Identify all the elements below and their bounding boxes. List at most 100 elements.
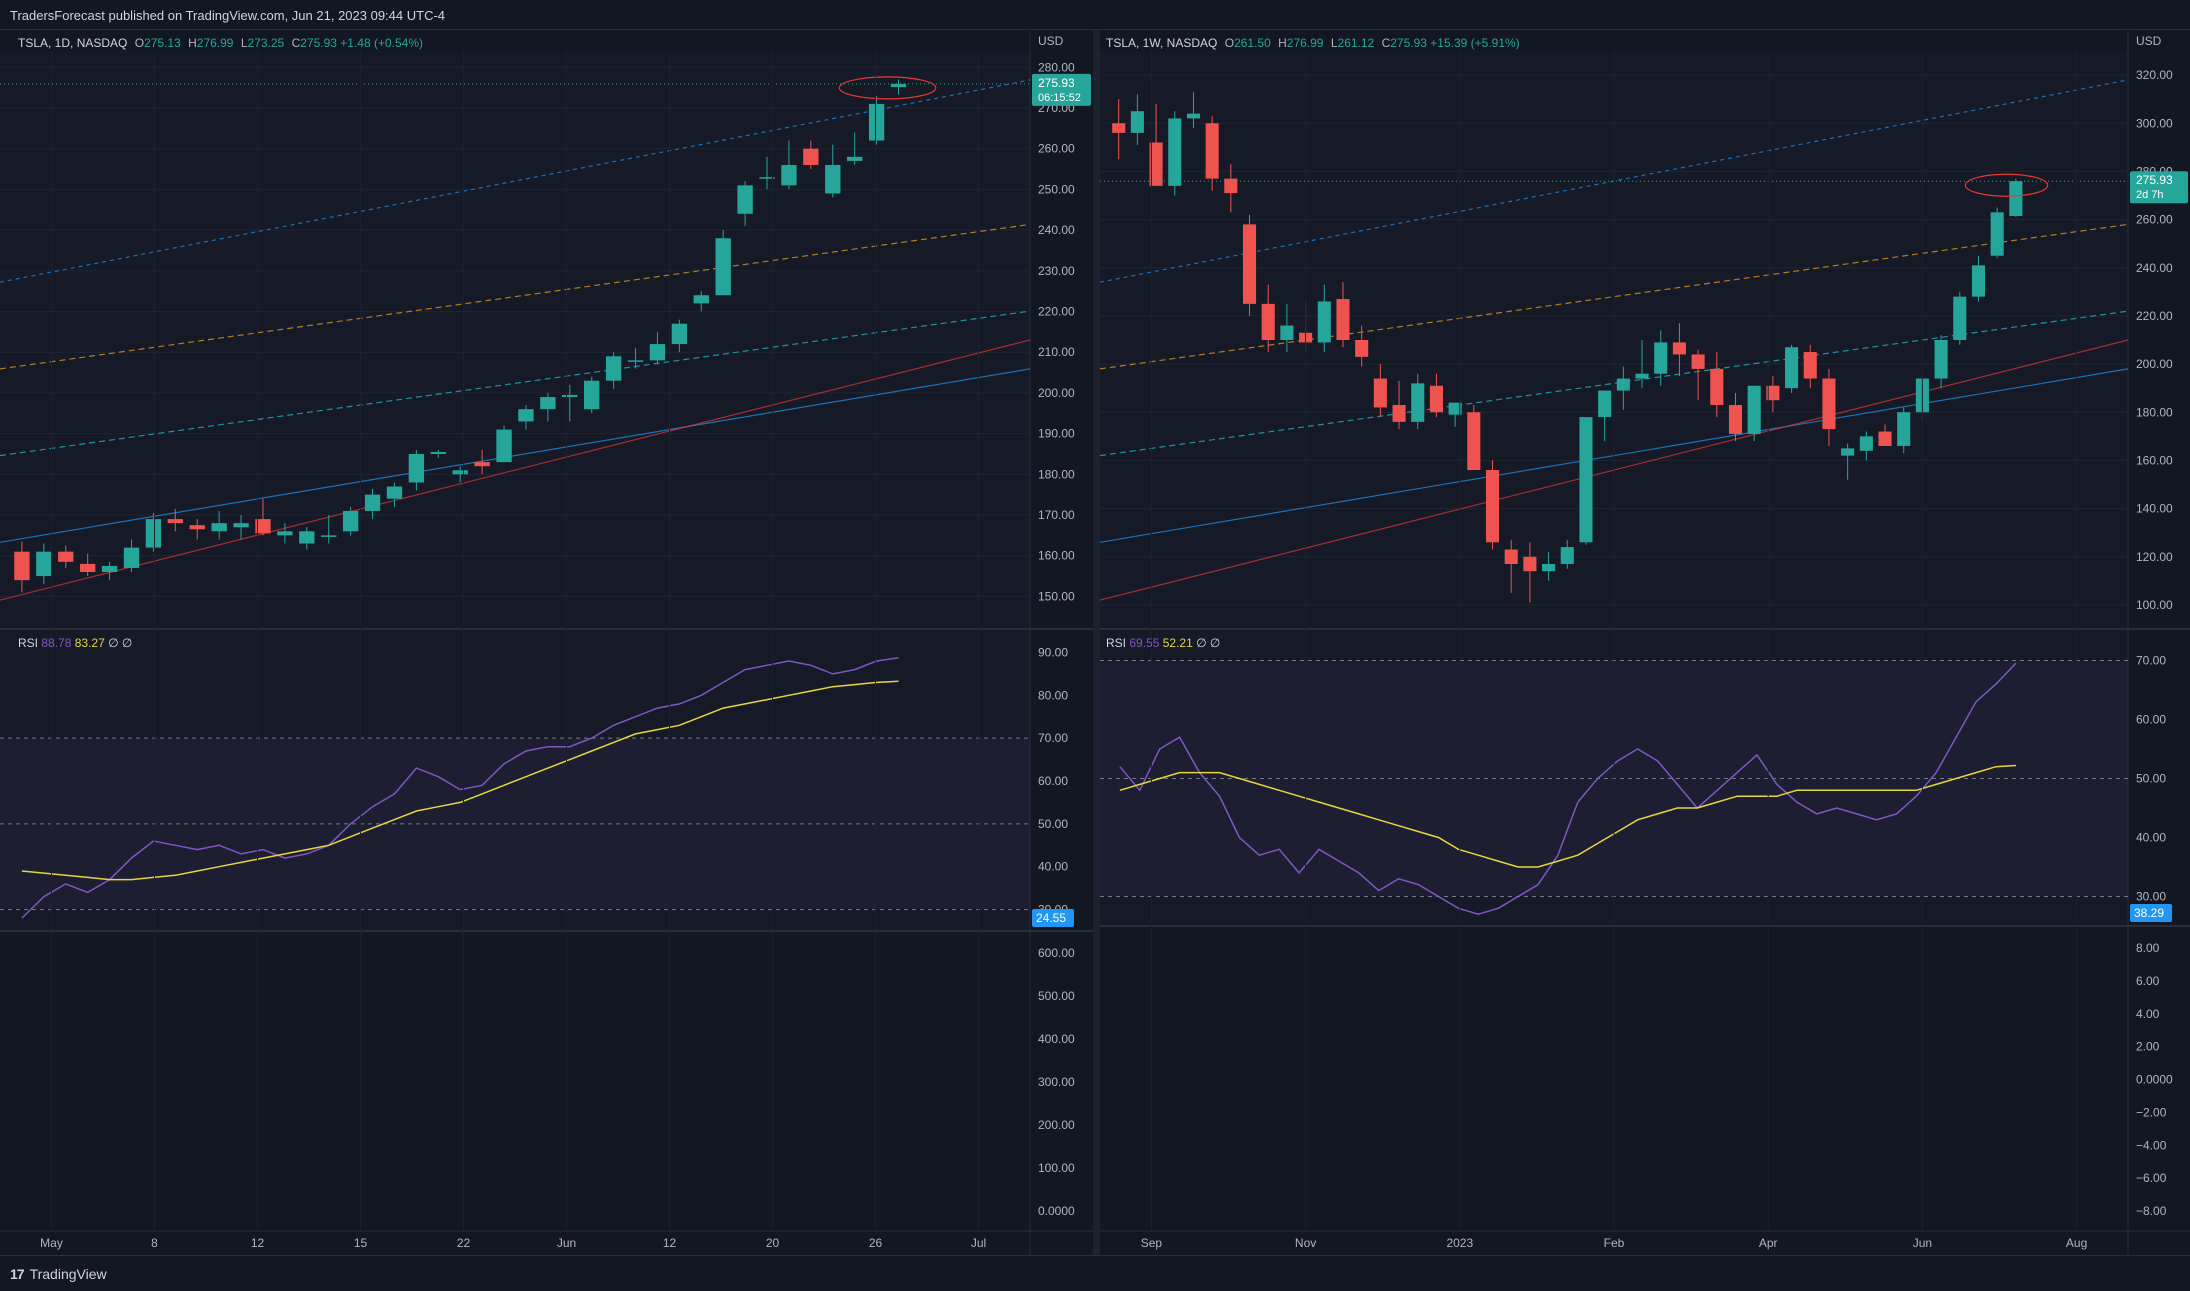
left-candle-body: [715, 238, 731, 296]
right-candle-body: [1336, 299, 1350, 340]
left-time-tick-label: Jun: [557, 1236, 576, 1250]
right-candle-body: [1878, 431, 1892, 446]
left-candle-body: [781, 164, 797, 186]
right-l: 261.12: [1337, 36, 1375, 50]
tradingview-logo[interactable]: 17 TradingView: [10, 1266, 107, 1282]
left-price-tick-label: 280.00: [1038, 60, 1075, 74]
left-candle-body: [649, 344, 666, 361]
left-candle-body: [123, 547, 140, 568]
left-time-tick-label: Jul: [971, 1236, 986, 1250]
left-l-label: L: [240, 36, 248, 50]
left-rsi-tick-label: 80.00: [1038, 688, 1068, 702]
left-rsi-ma: 83.27: [74, 636, 105, 650]
left-candle-body: [408, 453, 425, 483]
right-candle-body: [1168, 118, 1182, 186]
left-candle-body: [167, 519, 183, 524]
right-candle-body: [1130, 111, 1144, 133]
right-candle-body: [1747, 385, 1761, 434]
right-price-tick-label: 120.00: [2136, 550, 2173, 564]
left-price-tick-label: 190.00: [1038, 427, 1075, 441]
right-rsi-extra: ∅ ∅: [1196, 636, 1221, 650]
right-candle-body: [1467, 412, 1481, 471]
right-c: 275.93: [1390, 36, 1427, 50]
left-price-tick-label: 150.00: [1038, 589, 1075, 603]
right-price-tag: 275.93: [2136, 173, 2173, 187]
right-candle-body: [1280, 325, 1294, 340]
right-rsi-value: 69.55: [1129, 636, 1160, 650]
publisher-line: TradersForecast published on TradingView…: [10, 8, 446, 23]
right-candle-body: [1429, 385, 1443, 413]
top-bar: TradersForecast published on TradingView…: [0, 0, 2190, 30]
right-candle-body: [1953, 296, 1967, 340]
left-o: 275.13: [144, 36, 181, 50]
left-candle-body: [233, 523, 249, 528]
right-time-tick-label: Sep: [1141, 1236, 1163, 1250]
tradingview-brand: TradingView: [29, 1266, 107, 1282]
right-o-label: O: [1224, 36, 1235, 50]
left-candle-body: [847, 156, 863, 161]
left-candle-body: [605, 356, 622, 381]
left-candle-body: [364, 494, 381, 511]
right-candle-body: [1691, 354, 1705, 369]
right-candle-body: [1392, 405, 1406, 422]
left-candle-body: [36, 551, 52, 577]
right-time-tick-label: Aug: [2066, 1236, 2087, 1250]
left-c-label: C: [291, 36, 301, 50]
right-empty-pane-tick-label: 4.00: [2136, 1007, 2160, 1021]
right-time-tick-label: Apr: [1759, 1236, 1778, 1250]
right-empty-pane-tick-label: −8.00: [2136, 1204, 2167, 1218]
right-rsi-tag: 38.29: [2134, 906, 2164, 920]
left-empty-pane-tick-label: 100.00: [1038, 1161, 1075, 1175]
right-candle-body: [1355, 340, 1369, 357]
left-empty-pane-tick-label: 0.0000: [1038, 1204, 1075, 1218]
right-price-tick-label: 260.00: [2136, 213, 2173, 227]
left-rsi-tick-label: 40.00: [1038, 860, 1068, 874]
left-candle-body: [58, 551, 74, 562]
left-rsi-label: RSI: [18, 636, 39, 650]
left-chart[interactable]: 280.00270.00260.00250.00240.00230.00220.…: [0, 31, 1093, 1255]
pane-divider[interactable]: [1093, 30, 1100, 1255]
right-candle-body: [1635, 373, 1649, 379]
left-price-tick-label: 160.00: [1038, 549, 1075, 563]
left-h: 276.99: [196, 36, 234, 50]
left-candle-body: [386, 486, 403, 499]
left-rsi-value: 88.78: [41, 636, 72, 650]
right-candle-body: [1523, 556, 1537, 572]
right-empty-pane-tick-label: 2.00: [2136, 1040, 2160, 1054]
left-candle-body: [693, 295, 709, 304]
left-candle-body: [518, 409, 534, 422]
right-empty-pane-tick-label: 6.00: [2136, 974, 2160, 988]
left-candle-body: [627, 360, 644, 362]
left-candle-body: [277, 531, 293, 536]
left-rsi-tick-label: 60.00: [1038, 774, 1068, 788]
right-rsi-tick-label: 50.00: [2136, 772, 2166, 786]
right-price-tick-label: 140.00: [2136, 502, 2173, 516]
right-candle-body: [1205, 123, 1219, 179]
right-price-tick-label: 300.00: [2136, 116, 2173, 130]
right-time-tick-label: 2023: [1446, 1236, 1473, 1250]
right-candle-body: [1542, 563, 1556, 572]
left-price-tick-label: 210.00: [1038, 345, 1075, 359]
right-candle-body: [1616, 378, 1630, 391]
right-candle-body: [1710, 368, 1724, 406]
right-price-tick-label: 220.00: [2136, 309, 2173, 323]
left-rsi-tick-label: 50.00: [1038, 817, 1068, 831]
left-time-tick-label: 12: [251, 1236, 265, 1250]
left-empty-pane-tick-label: 300.00: [1038, 1075, 1075, 1089]
right-o: 261.50: [1234, 36, 1271, 50]
right-rsi-legend: RSI 69.55 52.21 ∅ ∅: [1106, 636, 1220, 650]
left-candle-body: [890, 83, 907, 88]
left-rsi-tick-label: 70.00: [1038, 731, 1068, 745]
left-price-tick-label: 170.00: [1038, 508, 1075, 522]
right-empty-pane-tick-label: 0.0000: [2136, 1073, 2173, 1087]
left-candle-body: [321, 535, 337, 537]
left-price-tick-label: 250.00: [1038, 182, 1075, 196]
right-change: +15.39 (+5.91%): [1430, 36, 1520, 50]
right-candle-body: [1485, 470, 1500, 543]
left-time-tick-label: 20: [766, 1236, 780, 1250]
right-candle-body: [1990, 212, 2004, 256]
right-rsi-ma: 52.21: [1162, 636, 1193, 650]
left-candle-body: [671, 323, 688, 345]
right-chart[interactable]: 320.00300.00280.00260.00240.00220.00200.…: [1100, 31, 2190, 1255]
right-currency-label: USD: [2136, 34, 2162, 48]
